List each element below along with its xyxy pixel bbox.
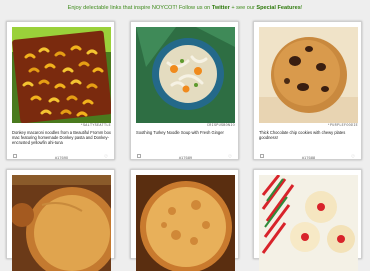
photo-credit[interactable]: *SALTYSEATTLE bbox=[12, 124, 111, 128]
food-photo[interactable] bbox=[12, 27, 111, 123]
banner-text-2: + see our bbox=[229, 5, 257, 11]
food-photo[interactable] bbox=[136, 175, 235, 271]
photo-credit[interactable]: *PURPLEFOODIE bbox=[259, 124, 358, 128]
site-banner: Enjoy delectable links that inspire NOYC… bbox=[0, 4, 370, 12]
special-features-link[interactable]: Special Features bbox=[256, 5, 300, 11]
food-photo[interactable] bbox=[259, 175, 358, 271]
card-id: #17689 bbox=[178, 155, 193, 160]
heart-icon[interactable]: ♡ bbox=[228, 154, 232, 159]
photo-credit[interactable]: CRISPUSBONIO bbox=[136, 124, 235, 128]
banner-text-3: ! bbox=[300, 5, 303, 11]
food-card[interactable]: CRISPUSBONIO Soothing Turkey Noodle Soup… bbox=[130, 21, 239, 160]
card-id: #17690 bbox=[54, 155, 69, 160]
twitter-link[interactable]: Twitter bbox=[212, 5, 230, 11]
food-photo[interactable] bbox=[259, 27, 358, 123]
food-card[interactable]: *SALTYSEATTLE Donkey macaroni noodles fr… bbox=[6, 21, 115, 160]
food-photo[interactable] bbox=[136, 27, 235, 123]
card-id: #17688 bbox=[301, 155, 316, 160]
card-caption[interactable]: Thick Chocolate chip cookies with chewy … bbox=[259, 130, 358, 140]
food-card[interactable] bbox=[6, 169, 115, 271]
food-photo[interactable] bbox=[12, 175, 111, 271]
card-caption[interactable]: Soothing Turkey Noodle Soup with Fresh G… bbox=[136, 130, 235, 135]
food-card[interactable]: *PURPLEFOODIE Thick Chocolate chip cooki… bbox=[253, 21, 362, 160]
banner-text-1: Enjoy delectable links that inspire NOYC… bbox=[67, 5, 212, 11]
card-caption[interactable]: Donkey macaroni noodles from a Beautiful… bbox=[12, 130, 111, 146]
food-card[interactable] bbox=[253, 169, 362, 271]
food-card[interactable] bbox=[130, 169, 239, 271]
heart-icon[interactable]: ♡ bbox=[351, 154, 355, 159]
heart-icon[interactable]: ♡ bbox=[104, 154, 108, 159]
